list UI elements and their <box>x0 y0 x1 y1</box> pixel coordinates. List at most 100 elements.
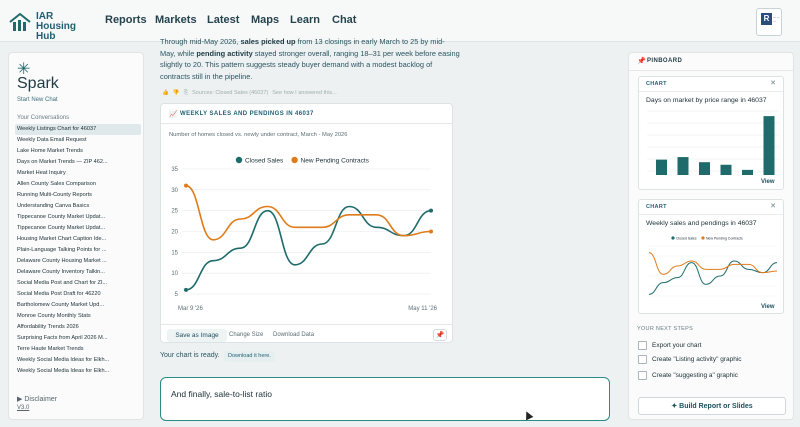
conversation-item[interactable]: Weekly Social Media Ideas for Elkh... <box>15 366 141 377</box>
bar <box>656 159 667 175</box>
save-as-image-button[interactable]: Save as Image <box>167 329 227 342</box>
conversation-item[interactable]: Lake Home Market Trends <box>15 146 141 157</box>
view-button[interactable]: View <box>761 304 775 310</box>
pin-chart-button[interactable]: 📌 <box>433 329 447 341</box>
y-tick-label: 20 <box>171 230 178 236</box>
disclaimer-toggle[interactable]: ▶ Disclaimer <box>17 395 57 403</box>
conversation-item[interactable]: Tippecanoe County Market Updat... <box>15 223 141 234</box>
mini-bar-chart <box>647 110 779 175</box>
thumbs-down-icon[interactable]: 👎 <box>173 90 180 96</box>
conversation-item[interactable]: Delaware County Housing Market ... <box>15 256 141 267</box>
pinned-card-label: CHART <box>646 81 667 87</box>
feedback-row: 👍 👎 ⎘ Sources: Closed Sales (46037) See how … <box>162 90 341 97</box>
view-button[interactable]: View <box>761 179 775 185</box>
download-link[interactable]: Download it here. <box>224 351 275 362</box>
chart-card-title: WEEKLY SALES AND PENDINGS IN 46037 <box>180 111 314 117</box>
brand-line-2: Housing Hub <box>36 21 76 42</box>
legend-swatch <box>235 156 243 164</box>
conversation-item[interactable]: Running Multi-County Reports <box>15 190 141 201</box>
bar <box>677 157 689 175</box>
nav-latest[interactable]: Latest <box>207 14 239 26</box>
conversation-item[interactable]: Allen County Sales Comparison <box>15 179 141 190</box>
pinned-card-label: CHART <box>646 204 667 210</box>
conversation-item[interactable]: Plain-Language Talking Points for ... <box>15 245 141 256</box>
realtor-logo: R — — — <box>756 8 782 36</box>
conversation-item[interactable]: Surprising Facts from April 2026 M... <box>15 333 141 344</box>
conversations-header: Your Conversations <box>17 115 70 121</box>
change-size-button[interactable]: Change Size <box>229 332 263 338</box>
conversation-item[interactable]: Affordability Trends 2026 <box>15 322 141 333</box>
message-text: Through mid-May 2026, <box>160 37 241 46</box>
conversation-item[interactable]: Weekly Listings Chart for 46037 <box>15 124 141 135</box>
legend-label: New Pending Contracts <box>706 237 743 241</box>
conversation-item[interactable]: Housing Market Chart Caption Ide... <box>15 234 141 245</box>
divider <box>639 91 783 92</box>
conversation-item[interactable]: Social Media Post Draft for 46220 <box>15 289 141 300</box>
conversation-item[interactable]: Weekly Data Email Request <box>15 135 141 146</box>
bar <box>720 164 732 175</box>
build-report-button[interactable]: ✦ Build Report or Slides <box>638 397 786 415</box>
line-chart: 5 10 15 20 25 30 35 Mar 9 '26 May 11 '26 Closed S… <box>171 156 438 312</box>
conversation-item[interactable]: Monroe County Monthly Stats <box>15 311 141 322</box>
step-label: Create "suggesting a" graphic <box>652 372 738 379</box>
brand-name: IAR Housing Hub <box>36 12 88 42</box>
conversation-item[interactable]: Tippecanoe County Market Updat... <box>15 212 141 223</box>
disclaimer-label: Disclaimer <box>24 396 57 403</box>
thumbs-up-icon[interactable]: 👍 <box>162 90 169 96</box>
conversation-item[interactable]: Days on Market Trends — ZIP 462... <box>15 157 141 168</box>
y-tick-label: 30 <box>171 188 178 194</box>
y-tick-label: 10 <box>171 271 178 277</box>
conversation-item[interactable]: Bartholomew County Market Upd... <box>15 300 141 311</box>
new-chat-link[interactable]: Start New Chat <box>17 97 58 103</box>
step-label: Export your chart <box>652 342 702 349</box>
step-checkbox[interactable] <box>638 341 647 350</box>
nav-maps[interactable]: Maps <box>251 14 279 26</box>
legend-swatch <box>671 236 675 240</box>
legend-swatch <box>701 236 705 240</box>
close-icon[interactable]: ✕ <box>770 202 776 210</box>
y-tick-label: 15 <box>171 250 178 256</box>
close-icon[interactable]: ✕ <box>770 79 776 87</box>
conversation-item[interactable]: Market Heat Inquiry <box>15 168 141 179</box>
divider <box>639 214 783 215</box>
nav-markets[interactable]: Markets <box>155 14 197 26</box>
step-checkbox[interactable] <box>638 355 647 364</box>
pinned-chart-card: CHART ✕ Weekly sales and pendings in 460… <box>638 199 784 314</box>
pinboard-title: PINBOARD <box>647 58 683 64</box>
chart-card-footer: Save as Image Change Size Download Data … <box>161 324 452 344</box>
build-report-label: Build Report or Slides <box>679 403 753 410</box>
pinned-chart-name: Weekly sales and pendings in 46037 <box>646 220 757 227</box>
conversation-item[interactable]: Delaware County Inventory Talkin... <box>15 267 141 278</box>
brand-logo[interactable]: IAR Housing Hub <box>8 10 88 42</box>
sources-link[interactable]: Sources: Closed Sales (46037) <box>192 90 268 96</box>
chat-input-value: And finally, sale-to-list ratio <box>171 389 272 399</box>
nav-learn[interactable]: Learn <box>290 14 320 26</box>
nav-chat[interactable]: Chat <box>332 14 356 26</box>
step-checkbox[interactable] <box>638 371 647 380</box>
bar <box>742 169 753 175</box>
pin-icon: 📌 <box>435 332 445 339</box>
message-bold: pending activity <box>196 48 253 58</box>
house-logo-icon <box>9 12 31 31</box>
download-data-button[interactable]: Download Data <box>273 332 314 338</box>
series-line <box>185 205 432 291</box>
chart-card-header: 📈 WEEKLY SALES AND PENDINGS IN 46037 <box>161 104 452 124</box>
copy-icon[interactable]: ⎘ <box>184 90 188 96</box>
data-point <box>184 287 188 292</box>
data-point <box>429 208 433 213</box>
version-link[interactable]: V3.0 <box>17 405 29 411</box>
conversation-item[interactable]: Weekly Social Media Ideas for Elkh... <box>15 355 141 366</box>
legend-label: Closed Sales <box>676 237 697 241</box>
bar <box>699 162 710 175</box>
x-tick-label: May 11 '26 <box>408 306 437 312</box>
nav-reports[interactable]: Reports <box>105 14 147 26</box>
see-how-link[interactable]: See how I answered this... <box>272 90 337 96</box>
conversation-item[interactable]: Social Media Post and Chart for ZI... <box>15 278 141 289</box>
pinboard-header: 📌 PINBOARD <box>629 53 793 71</box>
conversation-item[interactable]: Terre Haute Market Trends <box>15 344 141 355</box>
pinned-chart-card: CHART ✕ Days on market by price range in… <box>638 76 784 190</box>
chat-input[interactable]: And finally, sale-to-list ratio <box>160 377 610 421</box>
conversation-item[interactable]: Understanding Canva Basics <box>15 201 141 212</box>
chart-ready-text: Your chart is ready. <box>160 352 220 359</box>
data-point <box>184 183 188 188</box>
